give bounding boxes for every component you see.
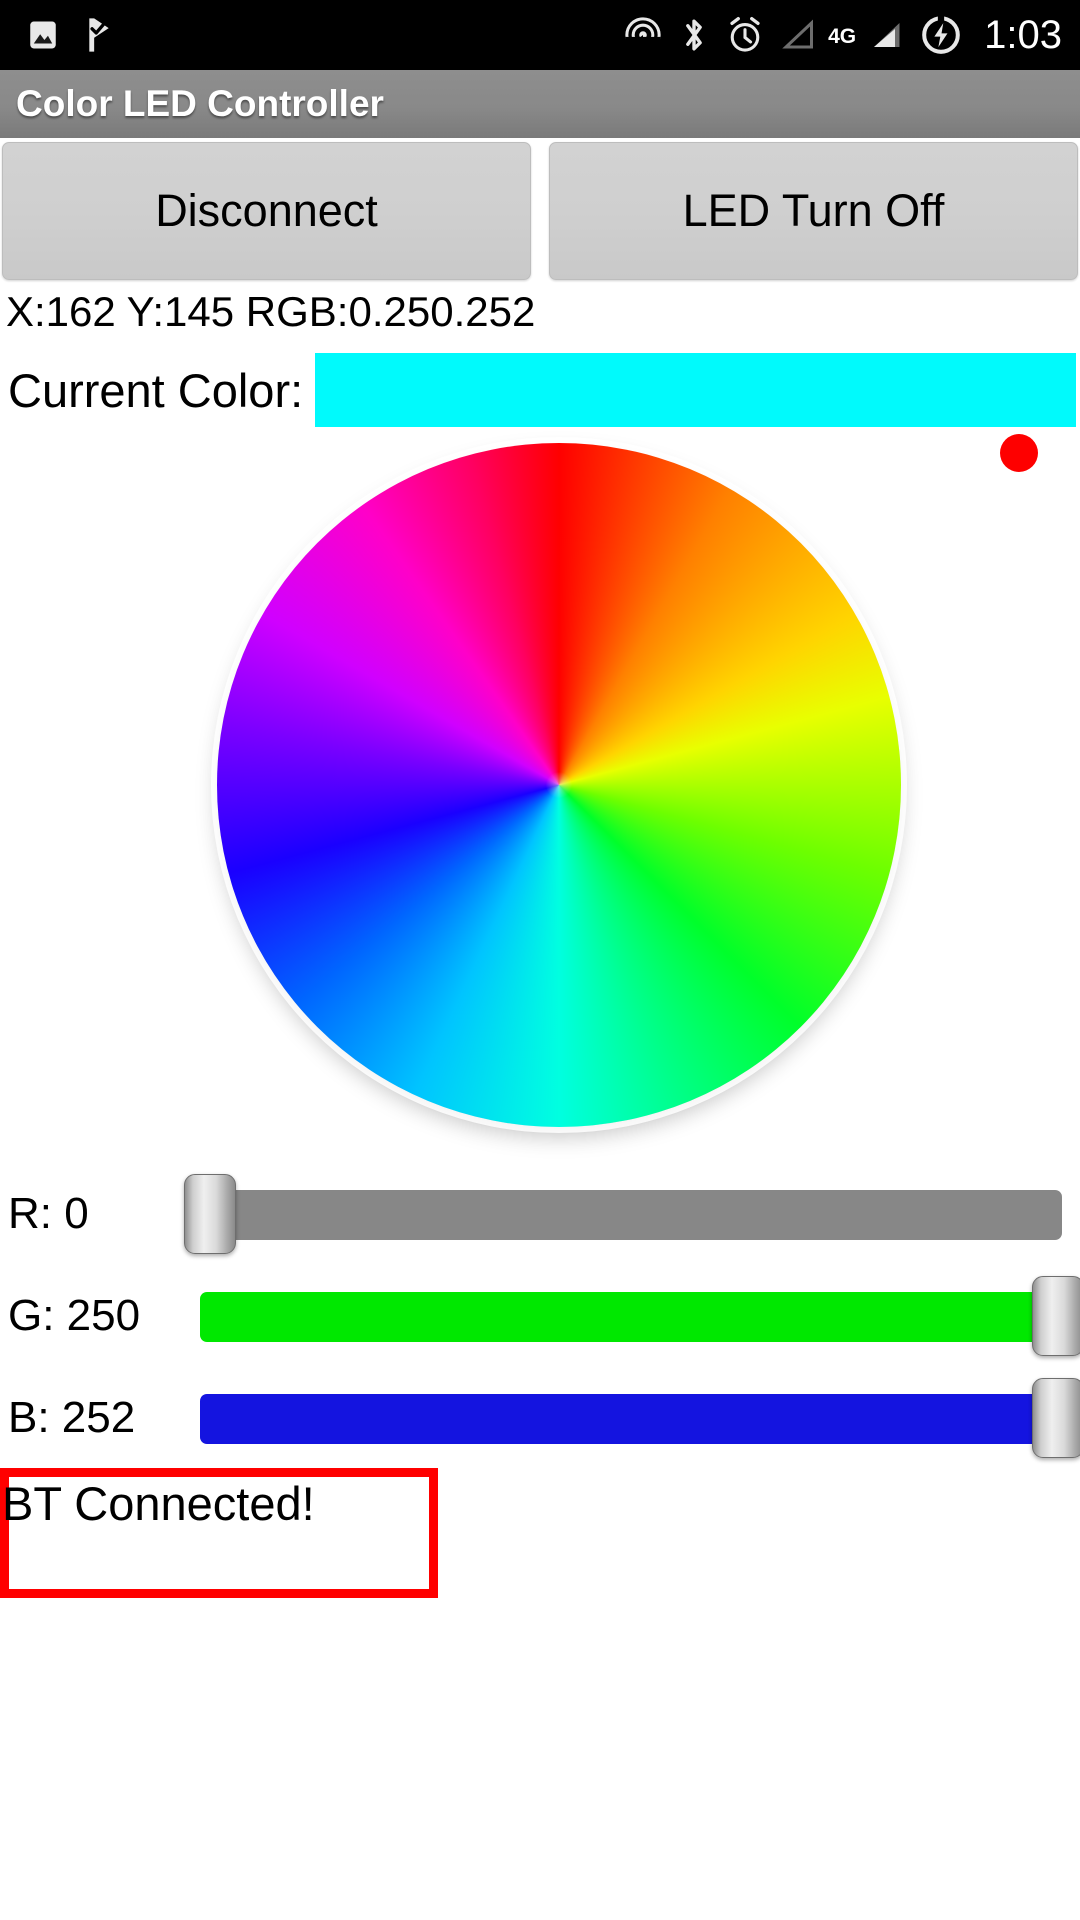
bluetooth-status-text: BT Connected! bbox=[2, 1477, 315, 1530]
current-color-row: Current Color: bbox=[0, 352, 1080, 428]
gallery-image-icon bbox=[26, 18, 60, 52]
color-wheel-center bbox=[546, 772, 572, 798]
status-bar-left-icons bbox=[26, 17, 116, 53]
network-type-label: 4G bbox=[828, 24, 857, 48]
color-wheel-container bbox=[211, 437, 909, 1135]
green-slider-track[interactable] bbox=[200, 1292, 1062, 1342]
status-bar-right-icons: 4G 1:03 bbox=[624, 13, 1062, 58]
blue-slider[interactable] bbox=[200, 1372, 1080, 1464]
alarm-clock-icon bbox=[726, 15, 764, 55]
red-slider-label: R: 0 bbox=[8, 1189, 89, 1238]
red-slider[interactable] bbox=[184, 1168, 1062, 1260]
status-bar-clock: 1:03 bbox=[984, 12, 1062, 57]
current-color-label: Current Color: bbox=[8, 363, 304, 417]
status-bar: 4G 1:03 bbox=[0, 0, 1080, 70]
green-slider-row: G: 250 bbox=[0, 1270, 1080, 1362]
color-wheel-picker[interactable] bbox=[217, 443, 901, 1127]
red-slider-row: R: 0 bbox=[0, 1168, 1080, 1260]
checkmark-flag-icon bbox=[82, 17, 116, 53]
signal-triangle-empty-icon bbox=[780, 17, 816, 53]
battery-charging-icon bbox=[920, 14, 962, 56]
disconnect-button[interactable]: Disconnect bbox=[2, 142, 531, 280]
blue-slider-thumb[interactable] bbox=[1032, 1378, 1080, 1458]
led-turn-off-button[interactable]: LED Turn Off bbox=[549, 142, 1078, 280]
red-slider-track[interactable] bbox=[200, 1190, 1062, 1240]
red-slider-thumb[interactable] bbox=[184, 1174, 236, 1254]
selected-point-marker bbox=[1000, 434, 1038, 472]
green-slider[interactable] bbox=[200, 1270, 1080, 1362]
blue-slider-row: B: 252 bbox=[0, 1372, 1080, 1464]
signal-triangle-filled-icon bbox=[868, 17, 904, 53]
green-slider-thumb[interactable] bbox=[1032, 1276, 1080, 1356]
current-color-swatch bbox=[315, 353, 1076, 427]
green-slider-label: G: 250 bbox=[8, 1291, 141, 1340]
app-title: Color LED Controller bbox=[16, 83, 384, 124]
bluetooth-icon bbox=[678, 15, 710, 55]
blue-slider-label: B: 252 bbox=[8, 1393, 136, 1442]
app-title-bar: Color LED Controller bbox=[0, 70, 1080, 138]
coordinate-rgb-readout: X:162 Y:145 RGB:0.250.252 bbox=[6, 288, 536, 335]
blue-slider-track[interactable] bbox=[200, 1394, 1062, 1444]
cast-screen-icon bbox=[624, 16, 662, 55]
action-button-row: Disconnect LED Turn Off bbox=[0, 142, 1080, 280]
